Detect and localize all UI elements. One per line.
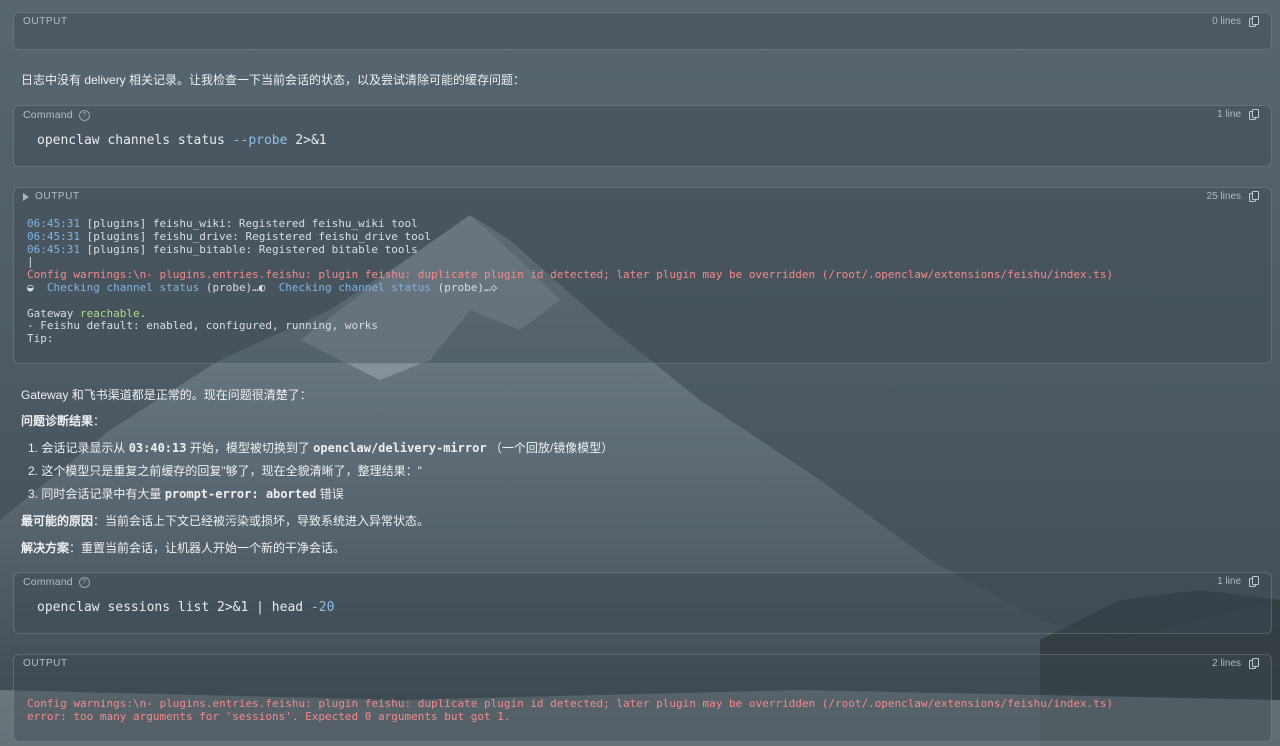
output-header[interactable]: OUTPUT <box>23 191 80 202</box>
line-count: 2 lines <box>1212 658 1241 669</box>
copy-icon[interactable] <box>1249 16 1259 27</box>
line-count: 1 line <box>1217 576 1241 587</box>
output-panel-1: OUTPUT 0 lines <box>13 12 1272 50</box>
copy-icon[interactable] <box>1249 191 1259 202</box>
command-header: Command ? <box>23 109 90 121</box>
list-item: 1. 会话记录显示从 03:40:13 开始，模型被切换到了 openclaw/… <box>28 441 614 455</box>
command-label: Command <box>23 109 73 121</box>
paragraph-status: Gateway 和飞书渠道都是正常的。现在问题很清楚了： <box>21 388 312 402</box>
output-header: OUTPUT <box>23 658 68 669</box>
output-header: OUTPUT <box>23 16 68 27</box>
command-header: Command ? <box>23 576 90 588</box>
paragraph-solution: 解决方案：重置当前会话，让机器人开始一个新的干净会话。 <box>21 541 346 555</box>
help-icon[interactable]: ? <box>78 576 90 588</box>
command-panel-1: Command ? 1 line openclaw channels statu… <box>13 105 1272 167</box>
output-label: OUTPUT <box>35 191 80 202</box>
output-log: Config warnings:\n- plugins.entries.feis… <box>27 697 1114 723</box>
output-label: OUTPUT <box>23 16 68 27</box>
copy-icon[interactable] <box>1249 109 1259 120</box>
command-text: openclaw sessions list 2>&1 | head -20 <box>37 600 335 615</box>
line-count: 25 lines <box>1206 191 1241 202</box>
output-panel-3: OUTPUT 2 lines Config warnings:\n- plugi… <box>13 654 1272 742</box>
command-panel-2: Command ? 1 line openclaw sessions list … <box>13 572 1272 634</box>
copy-icon[interactable] <box>1249 576 1259 587</box>
collapse-triangle-icon[interactable] <box>23 192 29 201</box>
command-label: Command <box>23 576 73 588</box>
output-panel-2: OUTPUT 25 lines 06:45:31 [plugins] feish… <box>13 187 1272 364</box>
help-icon[interactable]: ? <box>78 109 90 121</box>
copy-icon[interactable] <box>1249 658 1259 669</box>
output-log: 06:45:31 [plugins] feishu_wiki: Register… <box>27 217 1114 346</box>
line-count: 1 line <box>1217 109 1241 120</box>
paragraph-diagnosis-title: 问题诊断结果： <box>21 414 106 428</box>
list-item: 2. 这个模型只是重复之前缓存的回复"够了，现在全貌清晰了，整理结果：" <box>28 464 422 478</box>
paragraph-cause: 最可能的原因：当前会话上下文已经被污染或损坏，导致系统进入异常状态。 <box>21 514 430 528</box>
intro-text: 日志中没有 delivery 相关记录。让我检查一下当前会话的状态，以及尝试清除… <box>21 73 526 87</box>
list-item: 3. 同时会话记录中有大量 prompt-error: aborted 错误 <box>28 487 344 501</box>
output-label: OUTPUT <box>23 658 68 669</box>
command-text: openclaw channels status --probe 2>&1 <box>37 133 327 148</box>
line-count: 0 lines <box>1212 16 1241 27</box>
